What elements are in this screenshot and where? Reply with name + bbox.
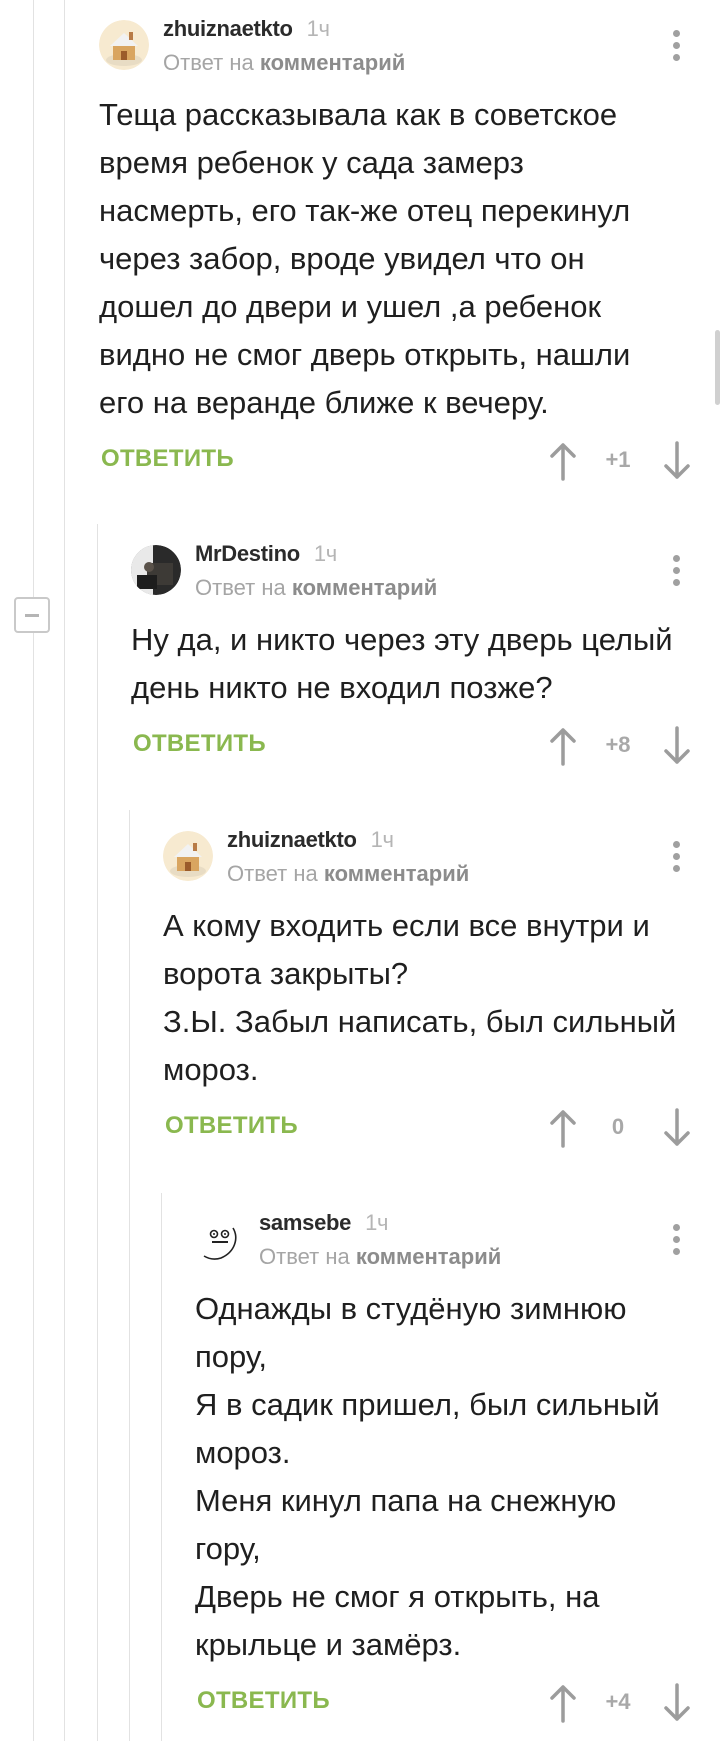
username[interactable]: zhuiznaetkto 1ч (227, 827, 394, 853)
thread-line-level-2 (97, 524, 98, 1741)
comment-actions: ОТВЕТИТЬ 0 (163, 1102, 720, 1160)
reply-button[interactable]: ОТВЕТИТЬ (101, 445, 234, 473)
username-text[interactable]: samsebe (259, 1210, 351, 1235)
comment-time: 1ч (365, 1210, 389, 1235)
username-text[interactable]: MrDestino (195, 541, 300, 566)
cottage-avatar[interactable] (99, 20, 149, 70)
more-options-icon[interactable] (673, 555, 681, 587)
rating-value: 0 (611, 1114, 625, 1139)
comment-actions: ОТВЕТИТЬ +4 (195, 1677, 720, 1735)
comment: MrDestino 1ч Ответ на комментарий Ну да, … (131, 525, 720, 778)
comment-time: 1ч (313, 541, 337, 566)
comment-time: 1ч (370, 827, 394, 852)
reply-to-line: Ответ на комментарий (259, 1244, 501, 1270)
thread-line-root (33, 0, 34, 1741)
reply-to-link[interactable]: комментарий (260, 50, 405, 75)
comment-text: Ну да, и никто через эту дверь целый ден… (131, 622, 673, 705)
username[interactable]: samsebe 1ч (259, 1210, 388, 1236)
comment-actions: ОТВЕТИТЬ +8 (131, 720, 720, 778)
reply-to-prefix: Ответ на (163, 50, 254, 75)
downvote-arrow-icon[interactable] (662, 726, 692, 766)
reply-to-line: Ответ на комментарий (195, 575, 437, 601)
collapse-thread-button[interactable] (14, 597, 50, 633)
more-options-icon[interactable] (673, 841, 681, 873)
rating-value: +1 (605, 447, 631, 472)
username[interactable]: zhuiznaetkto 1ч (163, 16, 330, 42)
comment-text: А кому входить если все внутри и ворота … (163, 908, 677, 1087)
reply-to-prefix: Ответ на (227, 861, 318, 886)
reply-to-line: Ответ на комментарий (227, 861, 469, 887)
reply-to-link[interactable]: комментарий (292, 575, 437, 600)
reply-to-prefix: Ответ на (259, 1244, 350, 1269)
upvote-arrow-icon[interactable] (548, 441, 578, 481)
comment-text: Теща рассказывала как в советское время … (99, 97, 631, 420)
reply-button[interactable]: ОТВЕТИТЬ (133, 730, 266, 758)
downvote-arrow-icon[interactable] (662, 1683, 692, 1723)
reply-to-link[interactable]: комментарий (356, 1244, 501, 1269)
comment: zhuiznaetkto 1ч Ответ на комментарий Теща… (99, 0, 720, 493)
username[interactable]: MrDestino 1ч (195, 541, 337, 567)
upvote-arrow-icon[interactable] (548, 726, 578, 766)
comment-text: Однажды в студёную зимнюю пору, Я в сади… (195, 1291, 660, 1662)
comment-actions: ОТВЕТИТЬ +1 (99, 435, 720, 493)
thread-line-level-3 (129, 810, 130, 1741)
photo-avatar[interactable] (131, 545, 181, 595)
face-doodle-avatar[interactable] (195, 1214, 245, 1264)
more-options-icon[interactable] (673, 1224, 681, 1256)
more-options-icon[interactable] (673, 30, 681, 62)
thread-line-level-1 (64, 0, 65, 1741)
thread-line-level-4 (161, 1193, 162, 1741)
upvote-arrow-icon[interactable] (548, 1683, 578, 1723)
reply-to-line: Ответ на комментарий (163, 50, 405, 76)
upvote-arrow-icon[interactable] (548, 1108, 578, 1148)
reply-to-prefix: Ответ на (195, 575, 286, 600)
reply-button[interactable]: ОТВЕТИТЬ (165, 1112, 298, 1140)
comment-time: 1ч (306, 16, 330, 41)
reply-to-link[interactable]: комментарий (324, 861, 469, 886)
reply-button[interactable]: ОТВЕТИТЬ (197, 1687, 330, 1715)
rating-value: +4 (605, 1689, 631, 1714)
username-text[interactable]: zhuiznaetkto (163, 16, 293, 41)
cottage-avatar[interactable] (163, 831, 213, 881)
username-text[interactable]: zhuiznaetkto (227, 827, 357, 852)
downvote-arrow-icon[interactable] (662, 1108, 692, 1148)
comment: zhuiznaetkto 1ч Ответ на комментарий А ко… (163, 811, 720, 1160)
rating-value: +8 (605, 732, 631, 757)
downvote-arrow-icon[interactable] (662, 441, 692, 481)
comment: samsebe 1ч Ответ на комментарий Однажды в… (195, 1194, 720, 1735)
